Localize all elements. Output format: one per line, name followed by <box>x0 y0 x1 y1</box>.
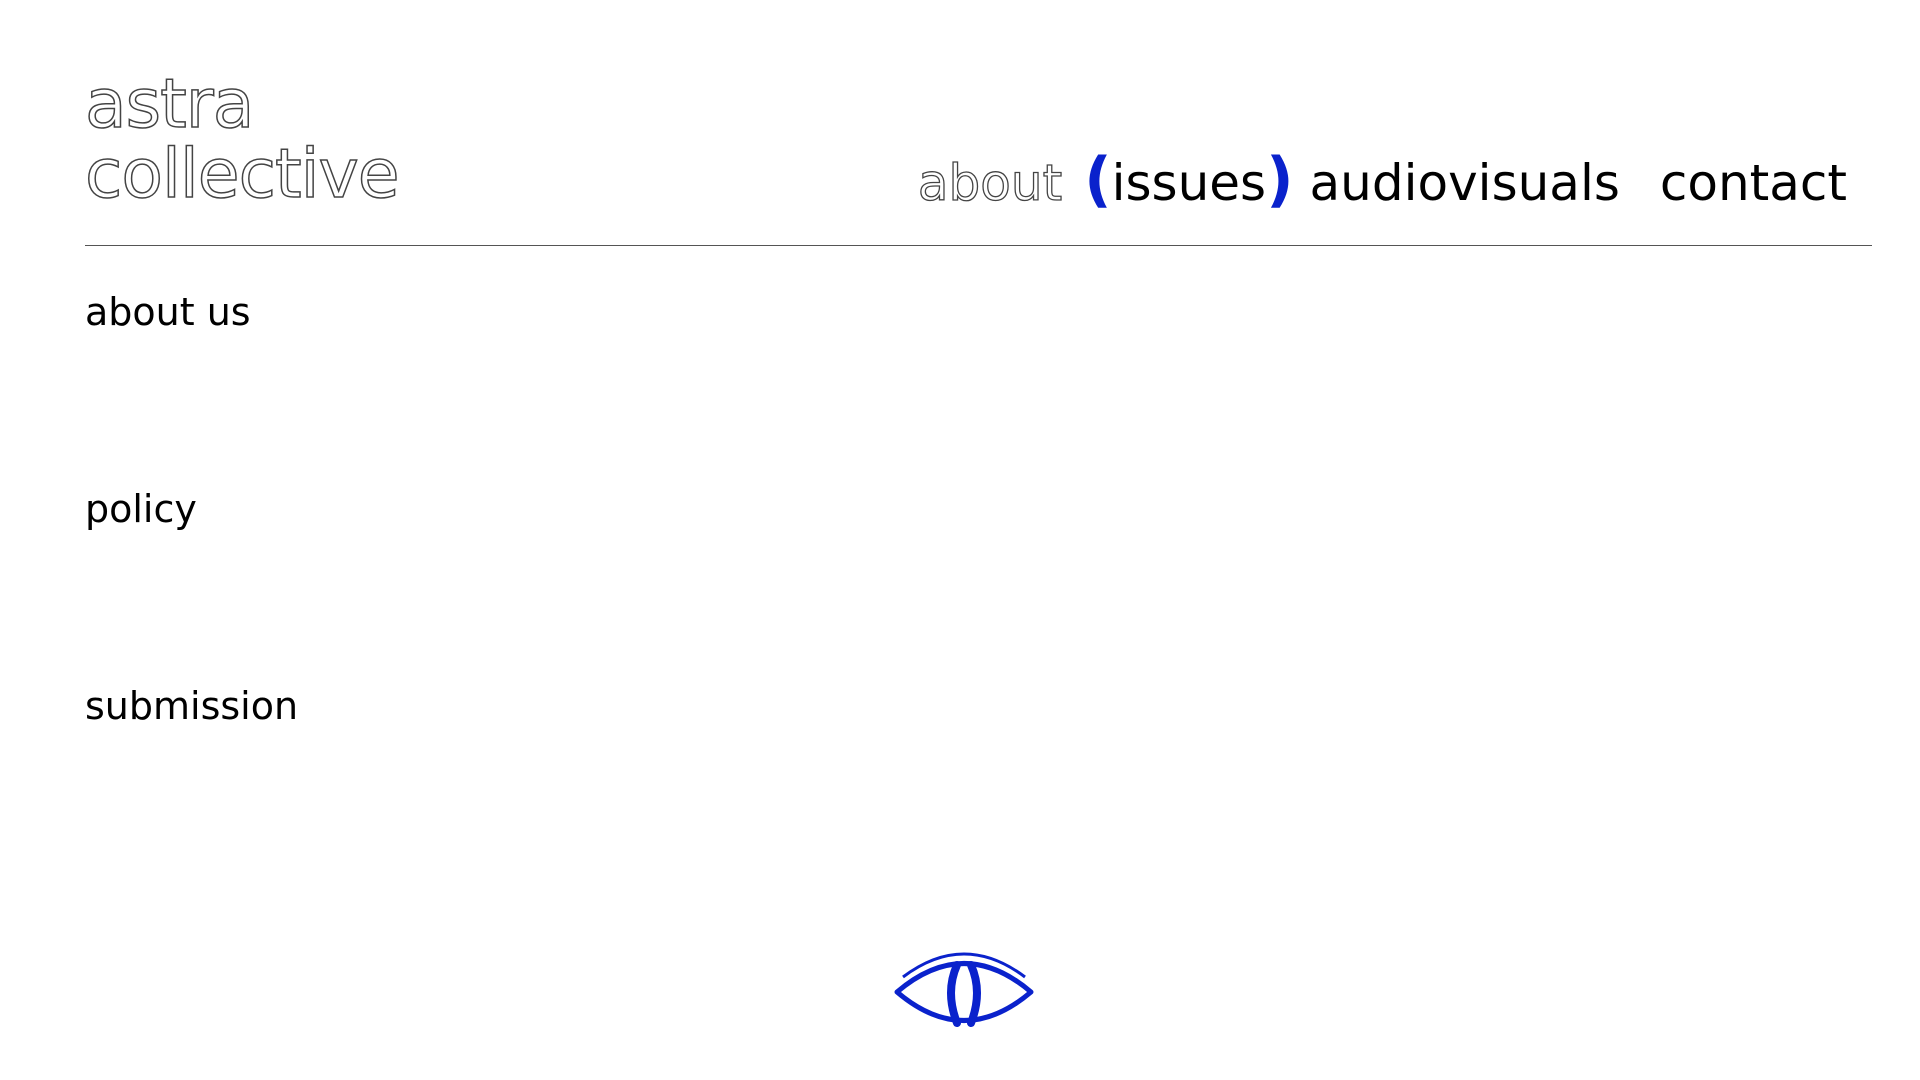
nav-issues[interactable]: (issues) <box>1084 150 1293 213</box>
logo-line-1: astra <box>84 65 255 144</box>
policy-link[interactable]: policy <box>85 487 197 531</box>
issues-close-paren: ) <box>1266 145 1294 215</box>
logo-line-2: collective <box>84 135 400 214</box>
nav-issues-label: issues <box>1111 154 1267 212</box>
issues-open-paren: ( <box>1084 145 1112 215</box>
nav-contact[interactable]: contact <box>1660 153 1847 213</box>
nav-audiovisuals[interactable]: audiovisuals <box>1310 153 1620 213</box>
nav-about[interactable]: about <box>917 153 1063 213</box>
site-logo[interactable]: astra collective <box>84 65 400 214</box>
main-nav: about (issues) audiovisuals contact <box>917 150 1847 213</box>
submission-link[interactable]: submission <box>85 684 298 728</box>
header-divider <box>85 245 1872 246</box>
eye-icon[interactable] <box>893 947 1035 1037</box>
page: astra collective about (issues) audiovis… <box>0 0 1920 1080</box>
about-us-link[interactable]: about us <box>85 290 251 334</box>
